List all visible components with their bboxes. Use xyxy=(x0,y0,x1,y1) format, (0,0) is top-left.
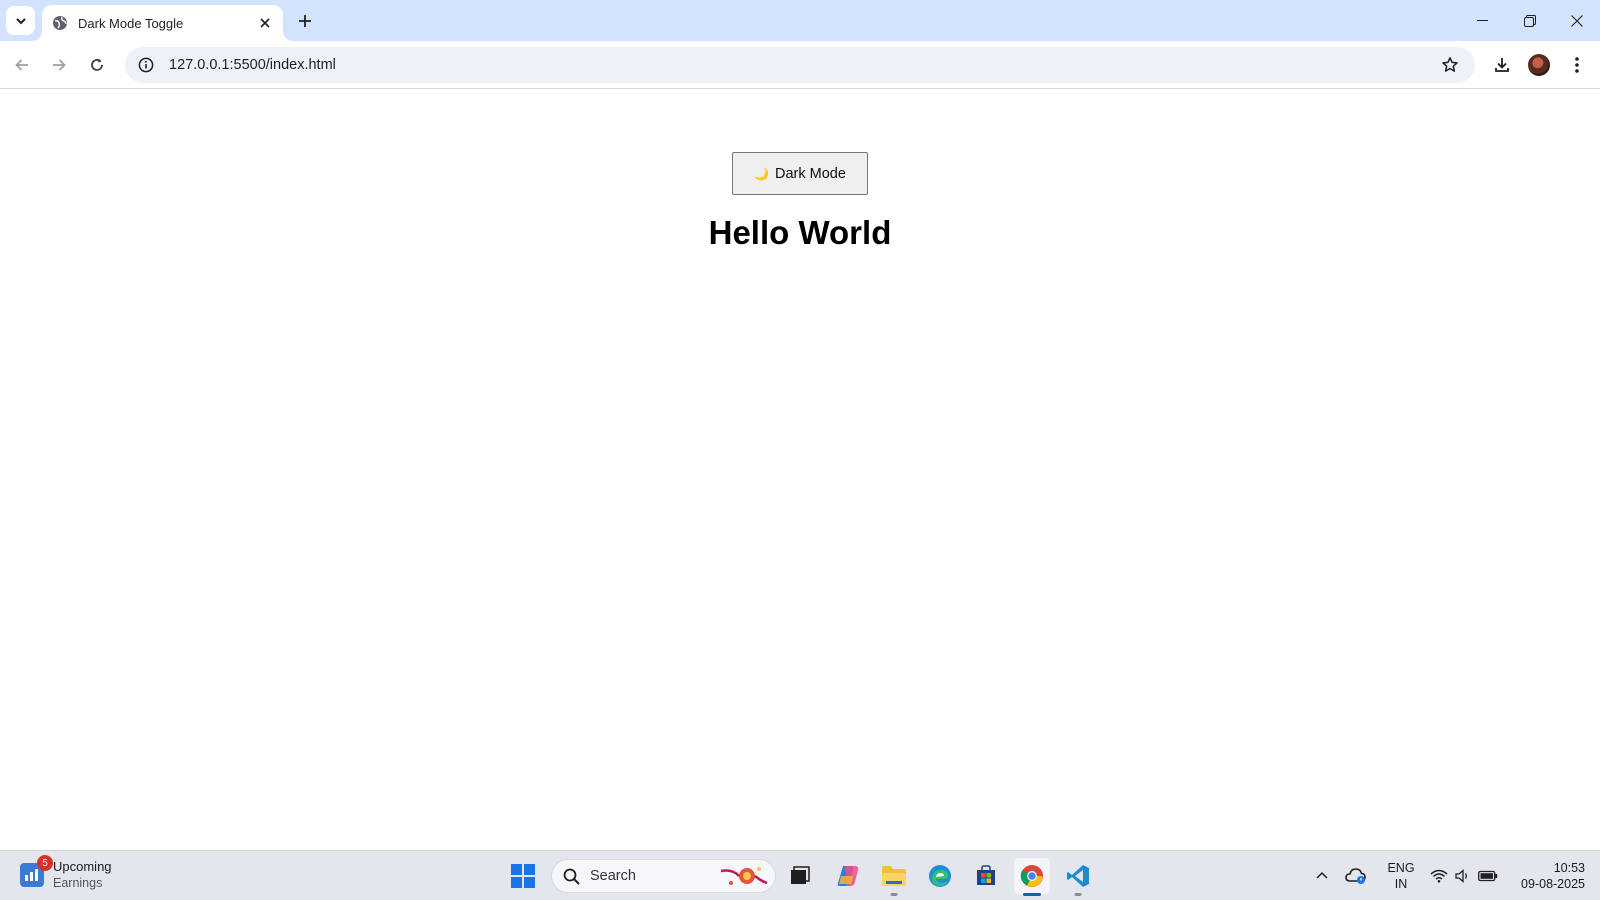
dark-mode-toggle-button[interactable]: 🌙 Dark Mode xyxy=(732,152,868,195)
stocks-widget-icon: 5 xyxy=(20,855,53,887)
task-view-button[interactable] xyxy=(782,858,818,894)
chrome-button[interactable] xyxy=(1014,858,1050,896)
task-view-icon xyxy=(791,866,810,884)
chrome-icon xyxy=(1020,865,1043,887)
active-indicator xyxy=(1023,893,1041,896)
system-clock[interactable]: 10:53 09-08-2025 xyxy=(1505,860,1585,892)
close-tab-icon[interactable] xyxy=(255,13,275,33)
reload-button[interactable] xyxy=(82,50,112,80)
vscode-icon xyxy=(1067,865,1089,887)
site-info-icon[interactable] xyxy=(135,54,157,76)
clock-date: 09-08-2025 xyxy=(1521,877,1585,891)
wifi-icon xyxy=(1430,869,1448,883)
close-window-button[interactable] xyxy=(1553,0,1600,41)
plus-icon xyxy=(299,15,311,27)
browser-menu-button[interactable] xyxy=(1562,50,1592,80)
clock-time: 10:53 xyxy=(1553,861,1585,875)
restore-icon xyxy=(1523,14,1536,27)
tab-search-button[interactable] xyxy=(6,6,35,35)
cloud-icon xyxy=(1345,868,1366,884)
bookmark-star-icon[interactable] xyxy=(1435,50,1465,80)
taskbar: 5 Upcoming Earnings Search ENG IN 10:53 … xyxy=(0,850,1600,900)
widget-subtitle: Earnings xyxy=(53,876,103,890)
profile-button[interactable] xyxy=(1524,50,1554,80)
widget-title: Upcoming xyxy=(53,859,112,874)
file-explorer-icon xyxy=(882,866,906,886)
taskbar-search-box[interactable]: Search xyxy=(551,859,776,893)
file-explorer-button[interactable] xyxy=(876,858,912,896)
store-icon xyxy=(977,865,995,885)
windows-start-icon xyxy=(511,864,535,888)
browser-tab-active[interactable]: Dark Mode Toggle xyxy=(42,5,283,41)
notification-badge: 5 xyxy=(37,855,53,871)
arrow-left-icon xyxy=(15,59,28,71)
back-button[interactable] xyxy=(7,50,37,80)
page-viewport: 🌙 Dark Mode Hello World xyxy=(0,90,1600,850)
copilot-button[interactable] xyxy=(830,858,866,894)
page-heading: Hello World xyxy=(708,214,892,251)
wifi-status[interactable] xyxy=(1428,858,1450,894)
edge-icon xyxy=(929,865,951,887)
minimize-button[interactable] xyxy=(1459,0,1506,41)
onedrive-button[interactable] xyxy=(1342,858,1370,894)
restore-button[interactable] xyxy=(1506,0,1553,41)
window-controls xyxy=(1459,0,1600,41)
tab-strip: Dark Mode Toggle xyxy=(0,0,1600,41)
dark-mode-toggle-label: Dark Mode xyxy=(775,165,846,182)
show-hidden-icons-button[interactable] xyxy=(1308,858,1336,894)
search-highlight-icon xyxy=(720,867,768,885)
address-bar[interactable]: 127.0.0.1:5500/index.html xyxy=(125,47,1475,83)
taskbar-search-label: Search xyxy=(590,868,636,884)
speaker-icon xyxy=(1455,869,1467,883)
copilot-icon xyxy=(837,866,859,886)
edge-button[interactable] xyxy=(922,858,958,894)
running-indicator xyxy=(890,893,898,896)
search-icon xyxy=(563,868,580,885)
battery-status[interactable] xyxy=(1476,858,1500,894)
tab-title: Dark Mode Toggle xyxy=(78,15,184,31)
running-indicator xyxy=(1074,893,1082,896)
forward-button[interactable] xyxy=(44,50,74,80)
reload-icon xyxy=(91,58,103,71)
moon-icon: 🌙 xyxy=(754,166,770,181)
url-text[interactable]: 127.0.0.1:5500/index.html xyxy=(169,57,1435,73)
avatar xyxy=(1528,54,1550,76)
minimize-icon xyxy=(1477,20,1488,21)
downloads-button[interactable] xyxy=(1487,50,1517,80)
chevron-down-icon xyxy=(15,17,26,24)
more-vert-icon xyxy=(1575,57,1579,73)
new-tab-button[interactable] xyxy=(292,8,318,34)
language-indicator[interactable]: ENG IN xyxy=(1385,860,1417,892)
start-button[interactable] xyxy=(505,858,541,894)
download-icon xyxy=(1495,58,1509,72)
battery-icon xyxy=(1478,870,1498,882)
browser-toolbar: 127.0.0.1:5500/index.html xyxy=(0,41,1600,89)
language-code: ENG xyxy=(1387,861,1415,875)
widgets-button[interactable]: 5 Upcoming Earnings xyxy=(20,855,112,892)
store-button[interactable] xyxy=(968,858,1004,894)
chevron-up-icon xyxy=(1316,871,1328,879)
language-region: IN xyxy=(1394,877,1408,891)
globe-icon xyxy=(52,15,68,31)
vscode-button[interactable] xyxy=(1060,858,1096,896)
arrow-right-icon xyxy=(53,59,66,71)
volume-status[interactable] xyxy=(1452,858,1474,894)
close-icon xyxy=(1570,14,1583,27)
